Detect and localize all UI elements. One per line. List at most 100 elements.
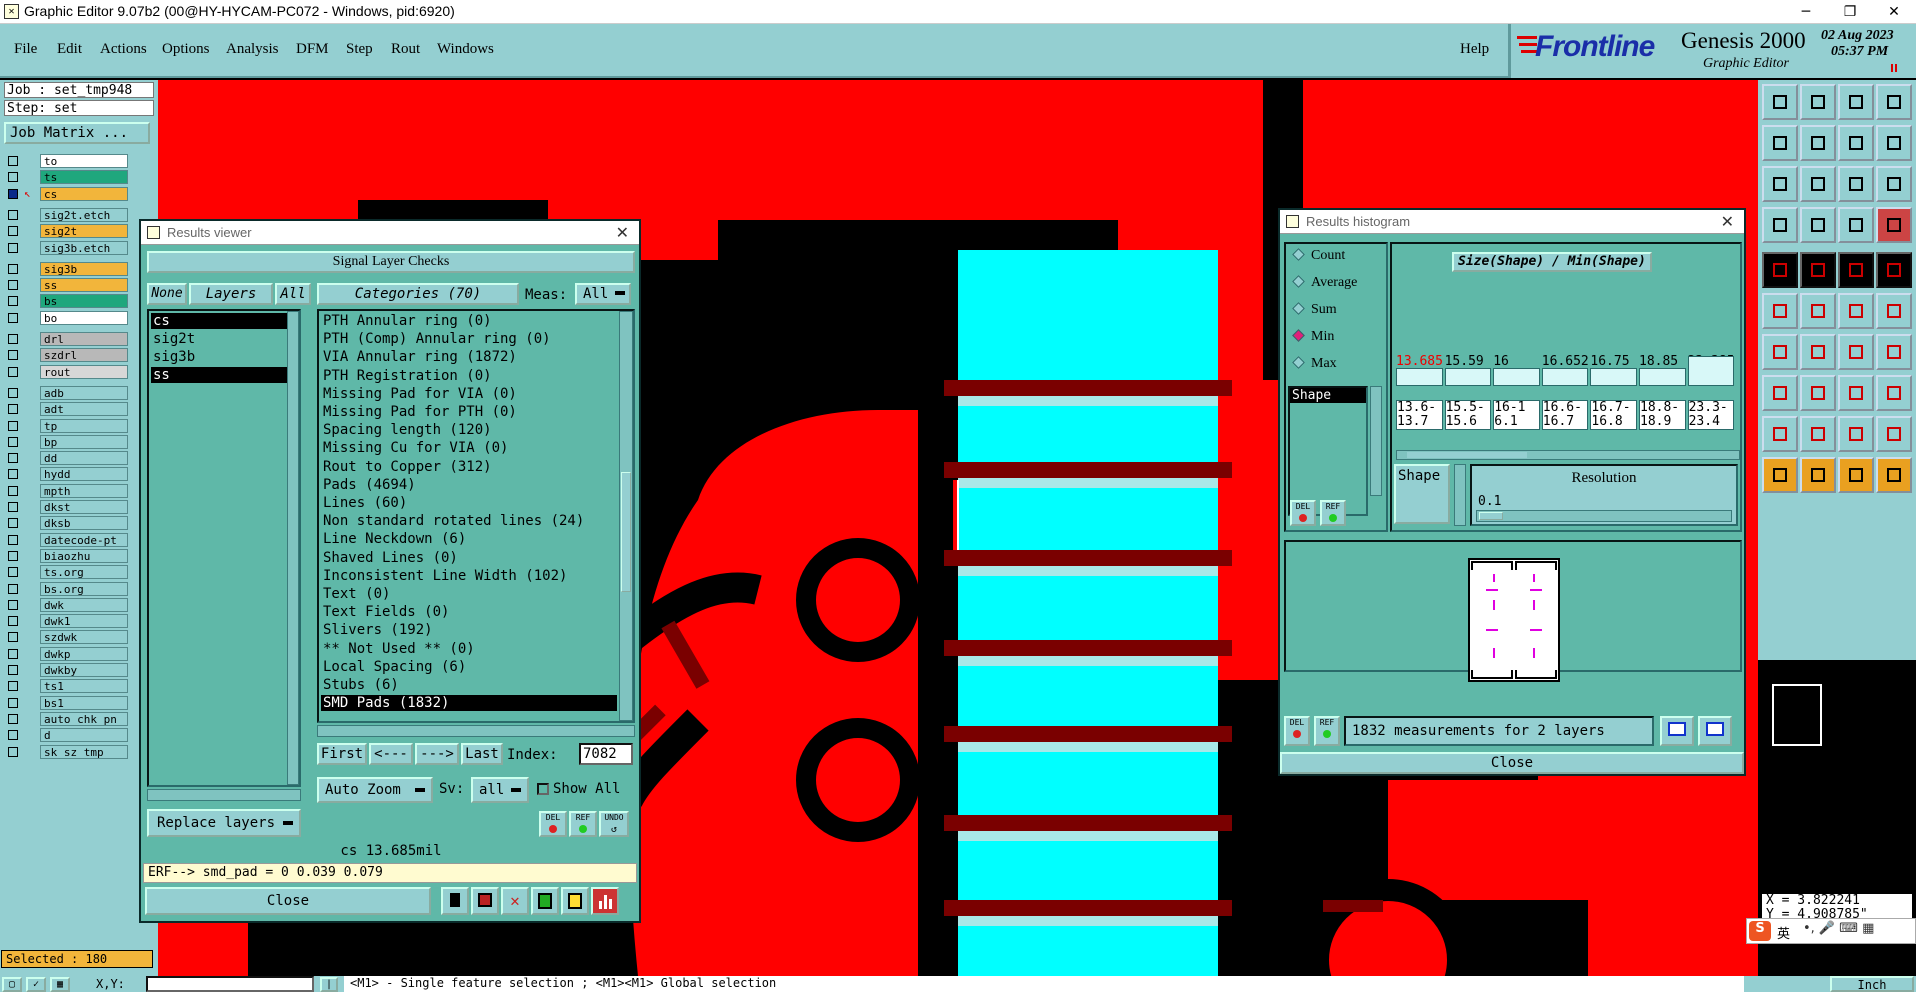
category-item[interactable]: VIA Annular ring (1872) — [321, 349, 617, 365]
layer-name[interactable]: adt — [40, 402, 128, 417]
layer-row[interactable]: cs ↖ — [6, 186, 128, 201]
layer-name[interactable]: dwkby — [40, 663, 128, 677]
category-item[interactable]: Spacing length (120) — [321, 422, 617, 438]
histogram-bar[interactable] — [1639, 368, 1686, 386]
category-item[interactable]: Missing Pad for PTH (0) — [321, 404, 617, 420]
layer-row[interactable]: bo — [6, 310, 128, 325]
pin-icon[interactable]: | — [320, 977, 338, 992]
draw-icon[interactable] — [1800, 252, 1836, 288]
category-item[interactable]: Lines (60) — [321, 495, 617, 511]
layer-list-item[interactable]: cs — [151, 313, 287, 329]
layer-row[interactable]: dwk — [6, 597, 128, 612]
undo-button[interactable]: UNDO ↺ — [599, 811, 629, 837]
layer-visibility-checkbox[interactable] — [8, 583, 18, 594]
layer-list-item[interactable]: ss — [151, 367, 287, 383]
layer-visibility-checkbox[interactable] — [8, 697, 18, 708]
redo-icon[interactable] — [1876, 125, 1912, 161]
layer-name[interactable]: adb — [40, 385, 128, 400]
shape-scrollbar[interactable] — [1370, 386, 1382, 496]
layer-visibility-checkbox[interactable] — [8, 518, 18, 529]
home-icon[interactable] — [1838, 84, 1874, 120]
layout-icon[interactable] — [1876, 84, 1912, 120]
snap-icon[interactable] — [1838, 207, 1874, 243]
layer-name[interactable]: bs1 — [40, 695, 128, 710]
ime-tools-icon[interactable]: •, 🎤 ⌨ ▦ — [1803, 921, 1874, 936]
layer-visibility-checkbox[interactable] — [8, 648, 18, 659]
layer-row[interactable]: dwkp — [6, 646, 128, 661]
layer-name[interactable]: dwk — [40, 597, 128, 612]
pointer-icon[interactable] — [1800, 457, 1836, 493]
layer-row[interactable]: bs — [6, 294, 128, 309]
layer-row[interactable]: bs1 — [6, 695, 128, 710]
layer-name[interactable]: auto_chk_pn — [40, 711, 128, 726]
check-tool-icon[interactable]: ✓ — [26, 977, 46, 992]
step-out-icon[interactable] — [1800, 125, 1836, 161]
layer-name[interactable]: ts.org — [40, 565, 128, 580]
xy-input[interactable] — [146, 976, 314, 992]
layer-visibility-checkbox[interactable] — [8, 226, 18, 237]
category-item[interactable]: PTH Annular ring (0) — [321, 313, 617, 329]
clear-icon[interactable]: ✕ — [501, 887, 529, 915]
histogram-bar[interactable] — [1444, 368, 1492, 386]
center-icon[interactable] — [1800, 166, 1836, 202]
layer-row[interactable]: sig3b — [6, 261, 128, 276]
category-item[interactable]: Stubs (6) — [321, 677, 617, 693]
meas-dropdown[interactable]: All — [575, 283, 631, 305]
dots-icon[interactable] — [1838, 293, 1874, 329]
layer-row[interactable]: mpth — [6, 483, 128, 498]
pad-icon[interactable] — [1762, 252, 1798, 288]
histogram-bar[interactable] — [1590, 368, 1637, 386]
layer-visibility-checkbox[interactable] — [8, 436, 18, 447]
layer-visibility-checkbox[interactable] — [8, 188, 18, 199]
resize-icon[interactable] — [1838, 375, 1874, 411]
layer-row[interactable]: hydd — [6, 467, 128, 482]
select-icon[interactable] — [1762, 457, 1798, 493]
category-item[interactable]: Missing Cu for VIA (0) — [321, 440, 617, 456]
lasso-icon[interactable] — [1838, 457, 1874, 493]
info-icon[interactable] — [441, 887, 469, 915]
layer-name[interactable]: szdwk — [40, 630, 128, 645]
layer-row[interactable]: auto_chk_pn — [6, 711, 128, 726]
category-item[interactable]: Rout to Copper (312) — [321, 459, 617, 475]
category-item[interactable]: PTH (Comp) Annular ring (0) — [321, 331, 617, 347]
copy-icon[interactable] — [1876, 375, 1912, 411]
layer-name[interactable]: dd — [40, 451, 128, 466]
aggregate-option[interactable]: Min — [1290, 329, 1334, 349]
layer-name[interactable]: ss — [40, 278, 128, 293]
layer-visibility-checkbox[interactable] — [8, 665, 18, 675]
aggregate-option[interactable]: Average — [1290, 275, 1357, 295]
layer-name[interactable]: biaozhu — [40, 548, 128, 563]
categories-scrollbar[interactable] — [619, 311, 633, 721]
layer-name[interactable]: tp — [40, 418, 128, 433]
histogram-range-label[interactable]: 23.3-23.4 — [1687, 400, 1735, 430]
shape-list-item[interactable]: Shape — [1290, 388, 1366, 403]
layer-visibility-checkbox[interactable] — [8, 420, 18, 431]
layers-scrollbar[interactable] — [287, 311, 299, 785]
restore-button[interactable]: ❐ — [1828, 0, 1872, 24]
layer-visibility-checkbox[interactable] — [8, 616, 18, 627]
next-button[interactable]: ---> — [415, 743, 459, 765]
step-in-icon[interactable] — [1762, 125, 1798, 161]
category-item[interactable]: Line Neckdown (6) — [321, 531, 617, 547]
slider-thumb[interactable] — [1479, 512, 1503, 520]
job-matrix-button[interactable]: Job Matrix ... — [4, 122, 150, 144]
aggregate-option[interactable]: Max — [1290, 356, 1337, 376]
layer-visibility-checkbox[interactable] — [8, 172, 18, 183]
resolution-slider[interactable] — [1476, 510, 1732, 522]
none-button[interactable]: None — [147, 283, 187, 305]
categories-hscrollbar[interactable] — [317, 725, 635, 737]
undo-icon[interactable] — [1838, 125, 1874, 161]
layer-name[interactable]: dkst — [40, 500, 128, 514]
layer-visibility-checkbox[interactable] — [8, 550, 18, 561]
ime-toolbar[interactable]: S 英 •, 🎤 ⌨ ▦ — [1746, 918, 1916, 944]
camera-icon[interactable] — [1762, 207, 1798, 243]
layer-visibility-checkbox[interactable] — [8, 209, 18, 220]
menu-file[interactable]: File — [14, 41, 37, 58]
layer-name[interactable]: drl — [40, 332, 128, 346]
layers-hscrollbar[interactable] — [147, 789, 301, 801]
first-button[interactable]: First — [317, 743, 367, 765]
shape-button[interactable]: Shape — [1394, 464, 1450, 524]
zoom-item-icon[interactable] — [1698, 716, 1732, 746]
shape-vscrollbar[interactable] — [1454, 464, 1466, 526]
grid-icon[interactable] — [1800, 207, 1836, 243]
